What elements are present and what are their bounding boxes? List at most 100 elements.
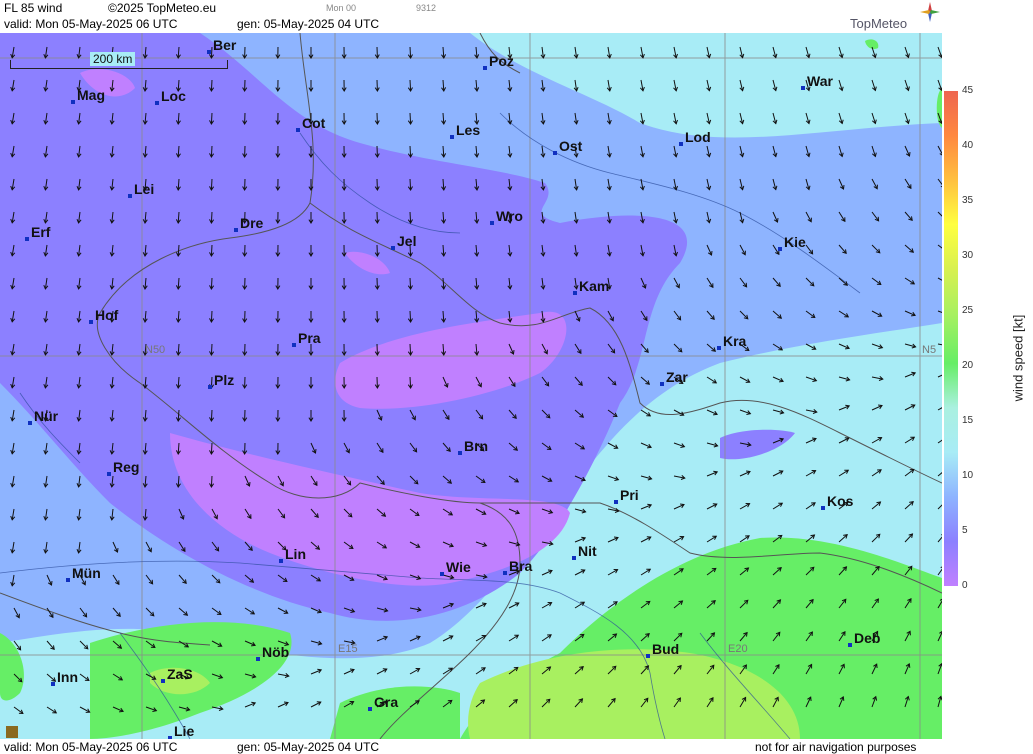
city-label: Lin	[279, 546, 306, 563]
city-marker-icon	[279, 559, 283, 563]
city-marker-icon	[296, 128, 300, 132]
city-label: Loc	[155, 88, 186, 105]
city-marker-icon	[256, 657, 260, 661]
city-label: Les	[450, 122, 480, 139]
city-label: Poz	[483, 53, 514, 70]
city-marker-icon	[490, 221, 494, 225]
small-code-text: 9312	[416, 3, 437, 13]
city-label: Erf	[25, 224, 50, 241]
legend-tick: 5	[962, 525, 968, 536]
city-marker-icon	[717, 346, 721, 350]
city-label: War	[801, 73, 833, 90]
city-marker-icon	[107, 472, 111, 476]
small-time-text: Mon 00	[326, 3, 357, 13]
city-marker-icon	[440, 572, 444, 576]
city-label: Kie	[778, 234, 806, 251]
disclaimer-text: not for air navigation purposes	[755, 740, 917, 754]
city-label: Brn	[458, 438, 488, 455]
city-label: Wie	[440, 559, 471, 576]
footer-bar: valid: Mon 05-May-2025 06 UTC gen: 05-Ma…	[0, 739, 942, 754]
legend-tick: 0	[962, 580, 968, 591]
legend-tick: 35	[962, 195, 974, 206]
city-marker-icon	[208, 385, 212, 389]
corner-marker-icon	[6, 726, 18, 738]
city-marker-icon	[28, 421, 32, 425]
city-marker-icon	[89, 320, 93, 324]
city-marker-icon	[821, 506, 825, 510]
brand-logo-text: TopMeteo	[850, 16, 908, 31]
city-marker-icon	[553, 151, 557, 155]
city-marker-icon	[128, 194, 132, 198]
city-marker-icon	[66, 578, 70, 582]
city-label: Kos	[821, 493, 853, 510]
city-label: Ber	[207, 37, 236, 54]
wind-arrow-icon	[409, 310, 412, 323]
city-label: Kam	[573, 278, 609, 295]
city-marker-icon	[161, 679, 165, 683]
legend-title: wind speed [kt]	[1010, 314, 1026, 402]
legend-tick: 15	[962, 415, 974, 426]
footer-valid-time: valid: Mon 05-May-2025 06 UTC	[4, 740, 178, 754]
city-label: ZaS	[161, 666, 193, 683]
speed-area-20kt-4	[0, 633, 24, 701]
city-label: Pra	[292, 330, 321, 347]
city-label: Mün	[66, 565, 101, 582]
city-label: Pri	[614, 487, 639, 504]
wind-field-svg	[0, 33, 942, 739]
city-marker-icon	[391, 246, 395, 250]
wind-arrow-icon	[409, 211, 412, 224]
city-marker-icon	[292, 343, 296, 347]
city-label: Ost	[553, 138, 582, 155]
city-marker-icon	[483, 66, 487, 70]
footer-gen-time: gen: 05-May-2025 04 UTC	[237, 740, 380, 754]
city-label: Bra	[503, 558, 532, 575]
wind-arrow-icon	[409, 112, 412, 125]
legend-tick: 10	[962, 470, 974, 481]
city-label: Lod	[679, 129, 711, 146]
city-label: Bud	[646, 641, 679, 658]
wind-arrow-icon	[409, 79, 412, 92]
city-marker-icon	[614, 500, 618, 504]
city-label: Mag	[71, 87, 105, 104]
grid-label-e20: E20	[728, 643, 748, 655]
city-label: Nür	[28, 408, 58, 425]
city-marker-icon	[679, 142, 683, 146]
city-label: Lie	[168, 723, 194, 739]
city-label: Nöb	[256, 644, 289, 661]
city-label: Zar	[660, 369, 688, 386]
legend-tick: 25	[962, 305, 974, 316]
city-label: Deb	[848, 630, 880, 647]
wind-arrow-icon	[409, 376, 412, 389]
city-label: Gra	[368, 694, 398, 711]
wind-arrow-icon	[409, 145, 412, 158]
city-marker-icon	[503, 571, 507, 575]
wind-arrow-icon	[409, 343, 412, 356]
city-label: Plz	[208, 372, 234, 389]
grid-label-e15: E15	[338, 643, 358, 655]
city-marker-icon	[450, 135, 454, 139]
header-bar: FL 85 wind ©2025 TopMeteo.eu Mon 00 9312…	[0, 0, 942, 33]
product-title: FL 85 wind	[4, 1, 63, 15]
gen-time: gen: 05-May-2025 04 UTC	[237, 17, 380, 31]
speed-fill-areas	[0, 33, 942, 739]
city-marker-icon	[573, 291, 577, 295]
scale-label: 200 km	[90, 52, 136, 66]
city-label: Reg	[107, 459, 139, 476]
city-label: Inn	[51, 669, 78, 686]
legend-tick: 20	[962, 360, 974, 371]
city-label: Nit	[572, 543, 597, 560]
city-label: Cot	[296, 115, 325, 132]
city-label: Hof	[89, 307, 118, 324]
valid-time: valid: Mon 05-May-2025 06 UTC	[4, 17, 178, 31]
city-marker-icon	[572, 556, 576, 560]
wind-arrow-icon	[409, 277, 412, 290]
city-marker-icon	[25, 237, 29, 241]
city-marker-icon	[51, 682, 55, 686]
city-label: Dre	[234, 215, 263, 232]
legend-tick: 45	[962, 85, 974, 96]
wind-arrow-icon	[79, 640, 89, 650]
city-label: Kra	[717, 333, 746, 350]
speed-area-20kt-5	[865, 39, 879, 50]
city-label: Lei	[128, 181, 154, 198]
city-marker-icon	[71, 100, 75, 104]
